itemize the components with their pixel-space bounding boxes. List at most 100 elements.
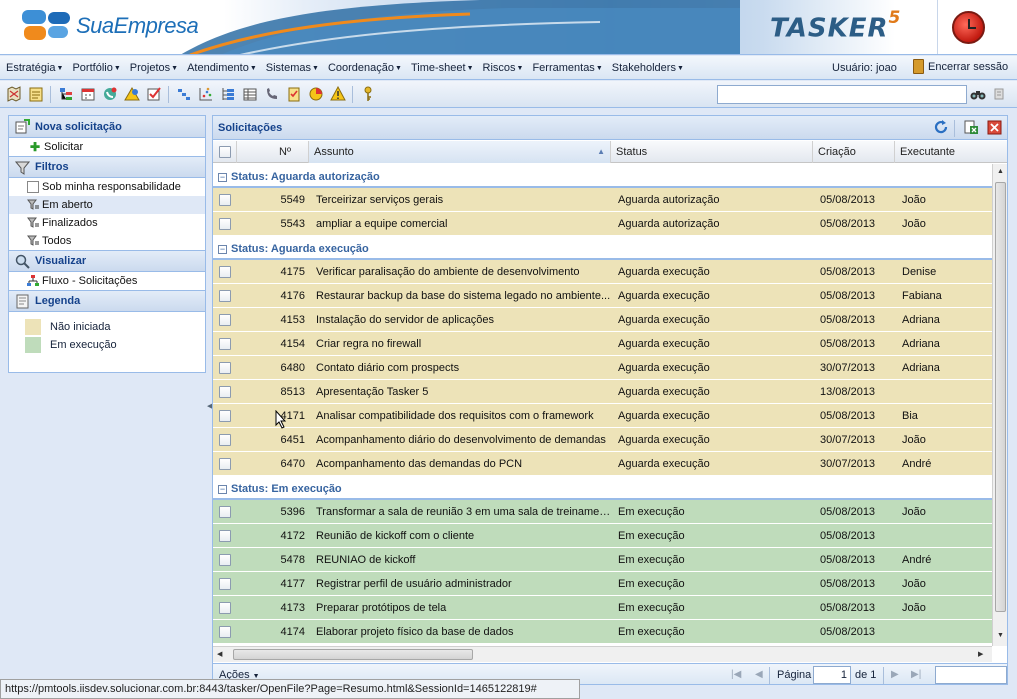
scroll-thumb[interactable] [995,182,1006,612]
scroll-down-icon[interactable]: ▼ [997,632,1004,639]
scroll-up-icon[interactable]: ▲ [997,168,1004,175]
phone-support-icon[interactable] [102,86,118,102]
table-row[interactable]: 6470 Acompanhamento das demandas do PCN Ag… [213,452,992,476]
table-row[interactable]: 4176 Restaurar backup da base do sistema … [213,284,992,308]
row-checkbox[interactable] [219,434,231,446]
menu-coordenacao[interactable]: Coordenação▼ [328,62,402,74]
logout-button[interactable]: Encerrar sessão [913,59,1008,74]
calendar-icon[interactable] [80,86,96,102]
export-excel-icon[interactable] [964,120,979,135]
menu-riscos[interactable]: Riscos▼ [483,62,524,74]
warning-icon[interactable] [330,86,346,102]
table-row[interactable]: 4172 Reunião de kickoff com o cliente Em e… [213,524,992,548]
column-header-executante[interactable]: Executante [895,141,1007,163]
group-header[interactable]: − Status: Em execução [213,476,992,500]
table-row[interactable]: 4153 Instalação do servidor de aplicações… [213,308,992,332]
row-checkbox[interactable] [219,626,231,638]
row-checkbox[interactable] [219,290,231,302]
search-input[interactable] [717,85,967,104]
menu-time-sheet[interactable]: Time-sheet▼ [411,62,474,74]
scroll-thumb[interactable] [233,649,473,660]
table-row[interactable]: 4177 Registrar perfil de usuário administ… [213,572,992,596]
row-checkbox[interactable] [219,386,231,398]
select-all-checkbox[interactable] [219,146,231,158]
phone-icon[interactable] [264,86,280,102]
pie-chart-icon[interactable] [308,86,324,102]
table-row[interactable]: 5478 REUNIAO de kickoff Em execução 05/08/2… [213,548,992,572]
menu-projetos[interactable]: Projetos▼ [130,62,178,74]
project-tree-icon[interactable] [58,86,74,102]
last-page-icon[interactable]: ▶| [911,669,921,680]
row-checkbox[interactable] [219,578,231,590]
wbs-icon[interactable] [176,86,192,102]
close-icon[interactable] [987,120,1002,135]
filter-em-aberto[interactable]: Em aberto [9,196,205,214]
row-checkbox[interactable] [219,506,231,518]
table-row[interactable]: 6480 Contato diário com prospects Aguarda … [213,356,992,380]
menu-portfolio[interactable]: Portfólio▼ [72,62,120,74]
group-header[interactable]: − Status: Aguarda autorização [213,164,992,188]
refresh-icon[interactable] [934,120,949,135]
column-header-assunto[interactable]: Assunto ▲ [309,141,611,163]
binoculars-icon[interactable] [970,87,986,101]
menu-atendimento[interactable]: Atendimento▼ [187,62,257,74]
table-row[interactable]: 6451 Acompanhamento diário do desenvolvim… [213,428,992,452]
row-checkbox[interactable] [219,218,231,230]
menu-estrategia[interactable]: Estratégia▼ [6,62,63,74]
first-page-icon[interactable]: |◀ [731,669,741,680]
row-checkbox[interactable] [219,314,231,326]
next-page-icon[interactable]: ▶ [891,669,899,680]
checkbox-icon[interactable] [27,181,39,193]
table-icon[interactable] [242,86,258,102]
row-checkbox[interactable] [219,458,231,470]
collapse-group-icon[interactable]: − [218,245,227,254]
row-checkbox[interactable] [219,554,231,566]
menu-ferramentas[interactable]: Ferramentas▼ [532,62,602,74]
table-row[interactable]: 5396 Transformar a sala de reunião 3 em u… [213,500,992,524]
vertical-scrollbar[interactable]: ▲ ▼ [992,164,1007,646]
task-check-icon[interactable] [146,86,162,102]
view-fluxo-solicitacoes[interactable]: Fluxo - Solicitações [9,272,205,290]
page-number-input[interactable]: 1 [813,666,851,684]
table-row[interactable]: 8513 Apresentação Tasker 5 Aguarda execuçã… [213,380,992,404]
table-row[interactable]: 4154 Criar regra no firewall Aguarda execu… [213,332,992,356]
filter-finalizados[interactable]: Finalizados [9,214,205,232]
horizontal-scrollbar[interactable]: ◀ ▶ [213,646,992,662]
page-size-input[interactable] [935,666,1007,684]
row-checkbox[interactable] [219,530,231,542]
group-header[interactable]: − Status: Aguarda execução [213,236,992,260]
warning-users-icon[interactable] [124,86,140,102]
clear-search-icon[interactable] [992,87,1006,101]
clock-widget[interactable] [937,0,1017,54]
column-header-num[interactable]: Nº [237,141,309,163]
menu-sistemas[interactable]: Sistemas▼ [266,62,319,74]
table-row[interactable]: 5543 ampliar a equipe comercial Aguarda au… [213,212,992,236]
notepad-icon[interactable] [28,86,44,102]
collapse-group-icon[interactable]: − [218,173,227,182]
row-checkbox[interactable] [219,194,231,206]
table-row[interactable]: 4174 Elaborar projeto físico da base de d… [213,620,992,644]
filter-sob-minha-responsabilidade[interactable]: Sob minha responsabilidade [9,178,205,196]
row-checkbox[interactable] [219,338,231,350]
list-tree-icon[interactable] [220,86,236,102]
map-icon[interactable] [6,86,22,102]
scroll-left-icon[interactable]: ◀ [217,650,222,658]
sidebar-item-solicitar[interactable]: ✚ Solicitar [9,138,205,156]
collapse-group-icon[interactable]: − [218,485,227,494]
table-row[interactable]: 4173 Preparar protótipos de tela Em execuç… [213,596,992,620]
key-icon[interactable] [360,86,376,102]
row-checkbox[interactable] [219,410,231,422]
scatter-icon[interactable] [198,86,214,102]
column-header-status[interactable]: Status [611,141,813,163]
filter-todos[interactable]: Todos [9,232,205,250]
row-checkbox[interactable] [219,266,231,278]
clipboard-check-icon[interactable] [286,86,302,102]
prev-page-icon[interactable]: ◀ [755,669,763,680]
table-row[interactable]: 5549 Terceirizar serviços gerais Aguarda a… [213,188,992,212]
row-checkbox[interactable] [219,362,231,374]
column-header-criacao[interactable]: Criação [813,141,895,163]
scroll-right-icon[interactable]: ▶ [978,650,983,658]
clock-icon[interactable] [952,11,985,44]
menu-stakeholders[interactable]: Stakeholders▼ [612,62,684,74]
row-checkbox[interactable] [219,602,231,614]
